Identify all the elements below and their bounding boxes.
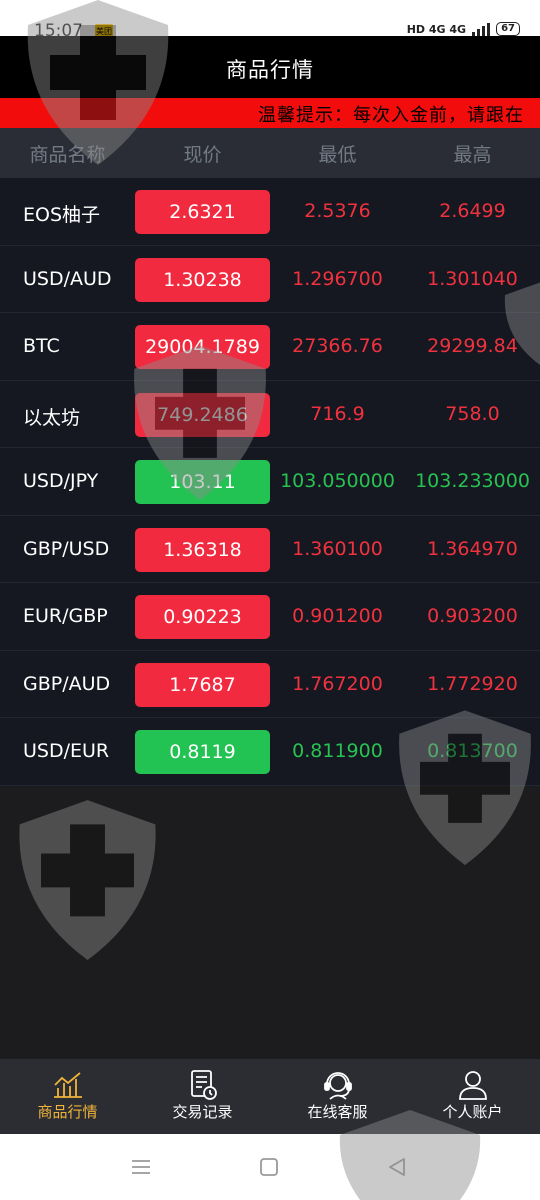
high-price: 1.772920 [427,672,518,695]
nav-tab-support[interactable]: 在线客服 [270,1059,405,1134]
status-indicators: HD 4G 4G 67 [407,22,520,36]
product-name: 以太坊 [23,406,81,429]
table-row[interactable]: BTC 29004.1789 27366.76 29299.84 [0,313,540,381]
table-row[interactable]: GBP/USD 1.36318 1.360100 1.364970 [0,515,540,583]
shield-watermark-icon [19,800,156,960]
nav-tab-trades[interactable]: 交易记录 [135,1059,270,1134]
high-price: 0.813700 [427,740,518,762]
nav-label-trades: 交易记录 [172,1103,233,1121]
low-price: 103.050000 [280,470,395,492]
nav-tab-account[interactable]: 个人账户 [405,1059,540,1134]
current-price-badge: 1.36318 [135,527,270,572]
product-name: GBP/AUD [23,672,111,695]
low-price: 2.5376 [304,200,371,222]
current-price-badge: 0.8119 [135,730,270,774]
network-label: HD 4G 4G [406,22,467,36]
low-price: 1.360100 [292,537,383,560]
quote-list: EOS柚子 2.6321 2.5376 2.6499 USD/AUD 1.30238 1.2… [0,178,540,786]
app-screen: 15:07 美团 HD 4G 4G 67 商品行情 温馨提示：每次入金前，请跟在… [0,0,540,1200]
product-name: BTC [23,335,60,357]
table-row[interactable]: USD/AUD 1.30238 1.296700 1.301040 [0,245,540,313]
nav-label-account: 个人账户 [442,1103,503,1121]
back-icon[interactable] [384,1154,410,1180]
bottom-nav: 商品行情 交易记录 在线客服 个人账户 [0,1059,540,1134]
current-price-badge: 0.90223 [135,595,270,639]
signal-icon [472,22,491,36]
menu-icon[interactable] [128,1154,154,1180]
product-name: EUR/GBP [23,605,108,627]
app-header: 商品行情 [0,36,540,98]
high-price: 2.6499 [439,200,506,222]
low-price: 1.767200 [292,672,383,695]
status-bar: 15:07 美团 HD 4G 4G 67 [0,0,540,41]
product-name: USD/AUD [23,267,112,290]
table-row[interactable]: GBP/AUD 1.7687 1.767200 1.772920 [0,650,540,718]
notice-marquee: 温馨提示：每次入金前，请跟在 [0,98,540,128]
high-price: 758.0 [445,402,500,425]
current-price-badge: 1.30238 [135,257,270,302]
table-row[interactable]: USD/EUR 0.8119 0.811900 0.813700 [0,718,540,786]
product-name: USD/EUR [23,740,110,762]
table-header: 商品名称 现价 最低 最高 [0,128,540,178]
current-price-badge: 749.2486 [135,392,270,437]
current-price-badge: 1.7687 [135,662,270,707]
current-price-badge: 29004.1789 [135,325,270,369]
document-clock-icon [190,1070,217,1100]
table-row[interactable]: EOS柚子 2.6321 2.5376 2.6499 [0,178,540,246]
headset-icon [323,1072,352,1100]
high-price: 103.233000 [415,470,530,492]
page-title: 商品行情 [226,58,314,82]
battery-icon: 67 [496,22,520,36]
home-icon[interactable] [256,1154,282,1180]
system-nav-bar [0,1134,540,1200]
high-price: 29299.84 [427,335,518,357]
nav-label-market: 商品行情 [37,1103,98,1121]
nav-tab-market[interactable]: 商品行情 [0,1059,135,1134]
column-header-low: 最低 [318,143,357,166]
low-price: 27366.76 [292,335,383,357]
user-icon [458,1071,487,1100]
product-name: GBP/USD [23,537,110,560]
low-price: 0.811900 [292,740,383,762]
high-price: 1.301040 [427,267,518,290]
nav-label-support: 在线客服 [307,1103,368,1121]
current-price-badge: 2.6321 [135,190,270,234]
table-row[interactable]: 以太坊 749.2486 716.9 758.0 [0,380,540,448]
low-price: 1.296700 [292,267,383,290]
product-name: EOS柚子 [23,204,101,226]
high-price: 1.364970 [427,537,518,560]
column-header-name: 商品名称 [29,143,106,166]
low-price: 0.901200 [292,605,383,627]
column-header-price: 现价 [183,143,222,166]
column-header-high: 最高 [453,143,492,166]
low-price: 716.9 [310,402,365,425]
current-price-badge: 103.11 [135,460,270,504]
chart-icon [53,1072,82,1098]
product-name: USD/JPY [23,470,99,492]
table-row[interactable]: EUR/GBP 0.90223 0.901200 0.903200 [0,583,540,651]
table-row[interactable]: USD/JPY 103.11 103.050000 103.233000 [0,448,540,516]
high-price: 0.903200 [427,605,518,627]
notice-text: 温馨提示：每次入金前，请跟在 [258,105,524,126]
